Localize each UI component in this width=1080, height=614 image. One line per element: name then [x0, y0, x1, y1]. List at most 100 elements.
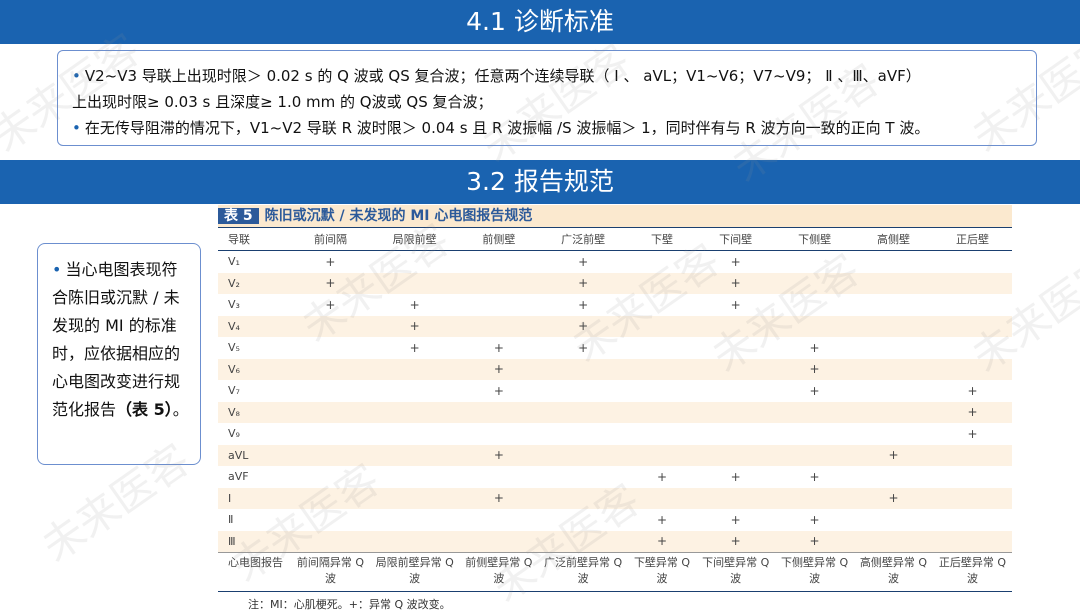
- footer-cell: 下间壁异常 Q 波: [696, 552, 776, 592]
- table-cell: +: [730, 512, 741, 527]
- table-cell: [369, 272, 460, 294]
- table-cell: [369, 444, 460, 466]
- table-cell: [370, 466, 460, 488]
- bullet-icon: •: [52, 260, 62, 279]
- table-cell: [933, 337, 1012, 359]
- table-cell: +: [656, 469, 668, 484]
- table-cell: [854, 358, 933, 380]
- table-cell: [291, 380, 370, 402]
- footer-cell: 正后壁异常 Q 波: [932, 552, 1012, 592]
- table-cell: [854, 380, 933, 402]
- table-cell: +: [459, 487, 539, 509]
- table-row: V₆ + +: [218, 358, 1012, 380]
- table-cell: +: [656, 512, 668, 527]
- table-cell: [696, 401, 776, 423]
- table-cell: [933, 466, 1012, 488]
- table-cell: [932, 444, 1012, 466]
- table-cell: [775, 423, 854, 445]
- table-cell: [291, 358, 370, 380]
- table-cell: [459, 294, 538, 316]
- criteria-line-3: • 在无传导阻滞的情况下，V1~V2 导联 R 波时限＞ 0.04 s 且 R 波…: [72, 119, 930, 137]
- bullet-icon: •: [72, 67, 81, 85]
- table-cell: [459, 251, 538, 273]
- table-cell: [775, 401, 855, 423]
- table-row: V₉ +: [218, 423, 1012, 445]
- table-cell: +: [409, 340, 420, 355]
- table-cell: [854, 401, 933, 423]
- lead-name-cell: V₉: [228, 427, 240, 441]
- footer-cell: 局限前壁异常 Q 波: [369, 552, 460, 592]
- lead-name-cell: V₇: [228, 384, 240, 398]
- table-row: V₁ + + +: [218, 251, 1012, 273]
- table-cell: [538, 487, 628, 509]
- table-cell: [459, 530, 539, 553]
- column-header: 前间隔: [291, 227, 370, 251]
- table-row: V₂ + + +: [218, 272, 1012, 294]
- table-cell: +: [932, 401, 1012, 423]
- table-cell: +: [809, 469, 820, 484]
- table-cell: [627, 487, 697, 509]
- table-row: Ⅱ + + +: [218, 509, 1012, 531]
- table-cell: [291, 423, 370, 445]
- table-cell: [370, 380, 460, 402]
- table-cell: [933, 294, 1012, 316]
- lead-name-cell: V₃: [228, 298, 240, 312]
- table-cell: [369, 401, 460, 423]
- footer-cell: 高侧壁异常 Q 波: [854, 552, 933, 592]
- table-cell: +: [538, 272, 628, 294]
- lead-name-cell: V₁: [228, 255, 240, 269]
- table-cell: [370, 251, 460, 273]
- table-cell: [854, 251, 933, 273]
- table-cell: [854, 466, 933, 488]
- table-cell: +: [854, 444, 933, 466]
- table-cell: [696, 487, 776, 509]
- table-cell: [459, 509, 538, 531]
- footer-cell: 下侧壁异常 Q 波: [775, 552, 855, 592]
- section-title-diagnosis: 4.1 诊断标准: [0, 0, 1080, 44]
- table-cell: +: [809, 340, 820, 355]
- table-cell: +: [325, 297, 336, 312]
- table-cell: [854, 294, 933, 316]
- table-cell: [854, 315, 933, 337]
- table-cell: [538, 380, 628, 402]
- column-header: 下间壁: [696, 227, 776, 251]
- table-cell: [775, 315, 855, 337]
- table-cell: [854, 530, 933, 553]
- table-cell: [291, 315, 370, 337]
- table-cell: [369, 358, 460, 380]
- table-cell: +: [967, 426, 978, 441]
- table-cell: [932, 358, 1012, 380]
- table-row: V₈ +: [218, 401, 1012, 423]
- footer-cell: 广泛前壁异常 Q 波: [538, 552, 628, 592]
- section-title-report: 3.2 报告规范: [0, 160, 1080, 204]
- table-cell: [459, 423, 538, 445]
- column-header: 正后壁: [932, 227, 1012, 251]
- table-cell: [459, 272, 539, 294]
- table-cell: [696, 337, 775, 359]
- table-cell: +: [730, 469, 741, 484]
- table-footer-row: 心电图报告 前间隔异常 Q 波局限前壁异常 Q 波前侧壁异常 Q 波广泛前壁异常 …: [218, 552, 1012, 592]
- table-cell: +: [578, 297, 589, 312]
- lead-name-cell: V₂: [218, 272, 291, 294]
- table-cell: [291, 337, 370, 359]
- footer-cell: 前侧壁异常 Q 波: [459, 552, 539, 592]
- lead-name-cell: V₆: [218, 358, 291, 380]
- lead-table: 导联 前间隔 局限前壁 前侧壁 广泛前壁 下壁 下间壁 下侧壁 高侧壁 正后壁 V₁ + + + V₂ + +…: [218, 227, 1012, 592]
- table-row: V₅ + + + +: [218, 337, 1012, 359]
- table-cell: [538, 530, 628, 553]
- table-cell: +: [578, 254, 589, 269]
- lead-name-cell: aVL: [218, 444, 291, 466]
- lead-name-cell: V₅: [228, 341, 240, 355]
- table-cell: +: [538, 315, 628, 337]
- table-number: 表 5: [218, 208, 259, 224]
- table-cell: [291, 444, 370, 466]
- column-header: 下壁: [627, 227, 697, 251]
- table-cell: +: [459, 358, 539, 380]
- table-cell: [538, 444, 628, 466]
- lead-name-cell: V₈: [218, 401, 291, 423]
- table-cell: [854, 509, 933, 531]
- table-cell: [775, 487, 855, 509]
- table-cell: [932, 487, 1012, 509]
- table-cell: [459, 466, 538, 488]
- table-row: V₃ + + + +: [218, 294, 1012, 316]
